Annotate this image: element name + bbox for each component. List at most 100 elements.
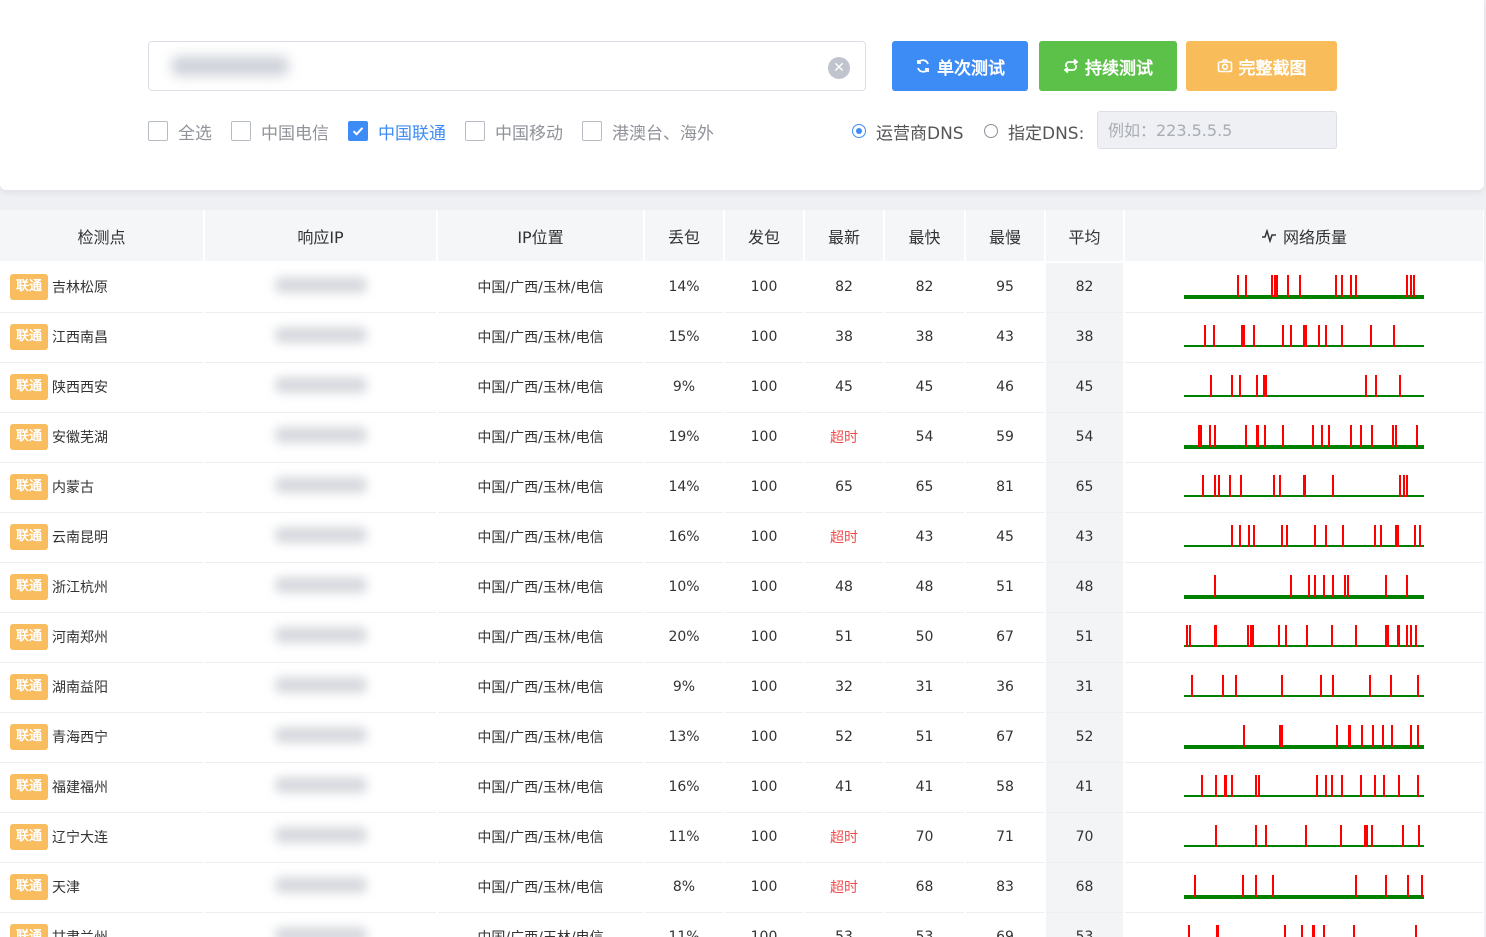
node-cell: 联通 江西南昌	[0, 312, 205, 363]
quality-sparkline	[1184, 325, 1424, 347]
node-name: 甘肃兰州	[52, 930, 108, 937]
node-name: 河南郑州	[52, 630, 108, 646]
packet-loss-mark	[1332, 475, 1334, 497]
packet-loss-mark	[1256, 375, 1258, 397]
latest-cell: 超时	[804, 412, 885, 463]
node-cell: 联通 河南郑州	[0, 612, 205, 663]
packet-loss-mark	[1242, 875, 1244, 897]
checkbox-box[interactable]	[348, 121, 368, 141]
packet-loss-mark	[1276, 275, 1278, 298]
fastest-cell: 45	[884, 362, 966, 413]
radio-custom-dns[interactable]: 指定DNS:	[984, 119, 1085, 144]
header-fastest: 最快	[884, 210, 966, 263]
checkbox-unicom[interactable]: 中国联通	[348, 119, 446, 144]
quality-baseline	[1184, 745, 1424, 749]
sent-cell: 100	[724, 762, 805, 813]
checkbox-select-all[interactable]: 全选	[148, 119, 212, 144]
fastest-cell: 54	[884, 412, 966, 463]
quality-cell	[1124, 462, 1484, 513]
avg-cell: 31	[1045, 662, 1125, 713]
radio-label: 运营商DNS	[876, 123, 964, 144]
blurred-ip	[274, 477, 367, 493]
packet-loss-mark	[1214, 425, 1216, 447]
latest-cell: 32	[804, 662, 885, 713]
node-name: 陕西西安	[52, 380, 108, 396]
single-test-label: 单次测试	[937, 58, 1005, 79]
packet-loss-mark	[1216, 925, 1218, 937]
packet-loss-mark	[1383, 775, 1385, 797]
fastest-cell: 38	[884, 312, 966, 363]
packet-loss-mark	[1387, 625, 1389, 647]
blurred-ip	[274, 777, 367, 793]
quality-baseline	[1184, 795, 1424, 797]
fastest-cell: 31	[884, 662, 966, 713]
ip-cell	[204, 512, 438, 563]
fastest-cell: 68	[884, 862, 966, 913]
packet-loss-mark	[1278, 625, 1280, 647]
node-name: 湖南益阳	[52, 680, 108, 696]
single-test-button[interactable]: 单次测试	[892, 41, 1028, 91]
packet-loss-mark	[1274, 275, 1276, 298]
quality-cell	[1124, 912, 1484, 937]
packet-loss-mark	[1417, 675, 1419, 697]
results-table-container: 检测点 响应IP IP位置 丢包 发包 最新 最快 最慢 平均 网络质量 联通吉…	[0, 210, 1484, 937]
table-row: 联通 吉林松原 中国/广西/玉林/电信 14% 100 82 82 95 82	[0, 262, 1484, 313]
node-name: 青海西宁	[52, 730, 108, 746]
packet-loss-mark	[1360, 425, 1362, 447]
radio-dot[interactable]	[852, 124, 866, 138]
loss-cell: 14%	[644, 262, 725, 313]
quality-sparkline	[1184, 875, 1424, 899]
location-cell: 中国/广西/玉林/电信	[437, 412, 645, 463]
packet-loss-mark	[1198, 425, 1200, 447]
packet-loss-mark	[1370, 325, 1372, 347]
clear-icon[interactable]: ✕	[828, 57, 850, 79]
checkbox-box[interactable]	[465, 121, 485, 141]
checkbox-box[interactable]	[582, 121, 602, 141]
radio-dot[interactable]	[984, 124, 998, 138]
quality-baseline	[1184, 595, 1424, 599]
packet-loss-mark	[1374, 525, 1376, 547]
radio-isp-dns[interactable]: 运营商DNS	[852, 119, 964, 144]
header-avg: 平均	[1045, 210, 1125, 263]
packet-loss-mark	[1299, 275, 1301, 298]
checkbox-box[interactable]	[231, 121, 251, 141]
packet-loss-mark	[1406, 475, 1408, 497]
sent-cell: 100	[724, 662, 805, 713]
packet-loss-mark	[1325, 325, 1327, 347]
blurred-ip	[274, 327, 367, 343]
packet-loss-mark	[1188, 925, 1190, 937]
quality-baseline	[1184, 545, 1424, 547]
slowest-cell: 83	[965, 862, 1046, 913]
custom-dns-input[interactable]	[1097, 111, 1337, 149]
checkbox-mobile[interactable]: 中国移动	[465, 119, 563, 144]
checkbox-telecom[interactable]: 中国电信	[231, 119, 329, 144]
ip-cell	[204, 262, 438, 313]
target-search-box[interactable]: ✕	[148, 41, 866, 91]
packet-loss-mark	[1395, 525, 1397, 547]
packet-loss-mark	[1282, 325, 1284, 347]
node-cell: 联通 内蒙古	[0, 462, 205, 513]
packet-loss-mark	[1201, 775, 1203, 797]
checkbox-box[interactable]	[148, 121, 168, 141]
continuous-test-button[interactable]: 持续测试	[1039, 41, 1177, 91]
latest-cell: 41	[804, 762, 885, 813]
sent-cell: 100	[724, 362, 805, 413]
slowest-cell: 45	[965, 512, 1046, 563]
radio-label: 指定DNS:	[1008, 123, 1085, 144]
latest-cell: 53	[804, 912, 885, 937]
checkbox-overseas[interactable]: 港澳台、海外	[582, 119, 714, 144]
screenshot-button[interactable]: 完整截图	[1186, 41, 1337, 91]
loss-cell: 16%	[644, 512, 725, 563]
packet-loss-mark	[1214, 575, 1216, 597]
table-body: 联通 吉林松原 中国/广西/玉林/电信 14% 100 82 82 95 82 联通 江西南昌中国/…	[0, 262, 1484, 937]
header-node: 检测点	[0, 210, 205, 263]
sent-cell: 100	[724, 562, 805, 613]
table-row: 联通 河南郑州 中国/广西/玉林/电信 20% 100 51 50 67 51	[0, 612, 1484, 663]
quality-sparkline	[1184, 825, 1424, 847]
quality-sparkline	[1184, 525, 1424, 547]
header-quality: 网络质量	[1124, 210, 1484, 263]
packet-loss-mark	[1406, 275, 1408, 298]
quality-cell	[1124, 262, 1484, 313]
packet-loss-mark	[1331, 775, 1333, 797]
quality-cell	[1124, 412, 1484, 463]
